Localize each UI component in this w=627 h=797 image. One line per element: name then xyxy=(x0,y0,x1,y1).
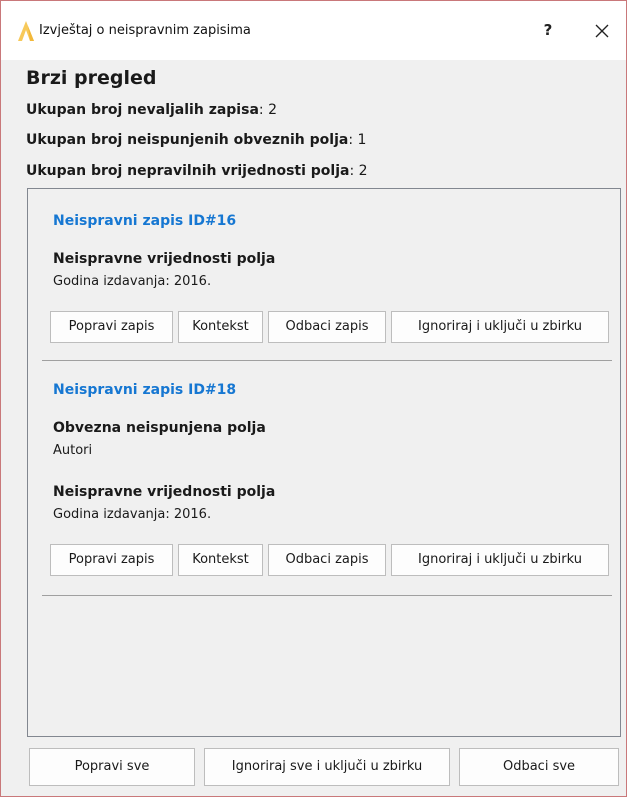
window-title: Izvještaj o neispravnim zapisima xyxy=(39,23,251,38)
stat-invalid-field-values: Ukupan broj nepravilnih vrijednosti polj… xyxy=(26,163,368,179)
overview-title: Brzi pregled xyxy=(26,67,157,89)
record-title: Neispravni zapis ID#18 xyxy=(53,382,237,398)
stat-separator: : xyxy=(348,132,358,148)
discard-record-button[interactable]: Odbaci zapis xyxy=(268,544,386,576)
app-logo-icon xyxy=(16,19,36,43)
fix-record-button[interactable]: Popravi zapis xyxy=(50,311,173,343)
stat-invalid-records: Ukupan broj nevaljalih zapisa: 2 xyxy=(26,102,277,118)
context-button[interactable]: Kontekst xyxy=(178,311,263,343)
help-button[interactable]: ? xyxy=(528,13,568,47)
record-separator xyxy=(42,595,612,596)
close-button[interactable] xyxy=(579,13,625,47)
section-value: Godina izdavanja: 2016. xyxy=(53,274,212,289)
section-heading: Obvezna neispunjena polja xyxy=(53,420,266,436)
fix-record-button[interactable]: Popravi zapis xyxy=(50,544,173,576)
context-button[interactable]: Kontekst xyxy=(178,544,263,576)
close-icon xyxy=(595,23,609,38)
ignore-all-and-include-button[interactable]: Ignoriraj sve i uključi u zbirku xyxy=(204,748,450,786)
stat-label: Ukupan broj neispunjenih obveznih polja xyxy=(26,132,349,148)
section-value: Godina izdavanja: 2016. xyxy=(53,507,212,522)
stat-separator: : xyxy=(258,102,269,118)
record-item: Neispravni zapis ID#18 Obvezna neispunje… xyxy=(28,362,620,597)
section-heading: Neispravne vrijednosti polja xyxy=(53,484,276,500)
ignore-and-include-button[interactable]: Ignoriraj i uključi u zbirku xyxy=(391,544,609,576)
title-bar: Izvještaj o neispravnim zapisima ? xyxy=(1,1,626,60)
fix-all-button[interactable]: Popravi sve xyxy=(29,748,195,786)
record-separator xyxy=(42,360,612,361)
discard-all-button[interactable]: Odbaci sve xyxy=(459,748,619,786)
section-heading: Neispravne vrijednosti polja xyxy=(53,251,276,267)
stat-label: Ukupan broj nevaljalih zapisa xyxy=(26,102,259,118)
discard-record-button[interactable]: Odbaci zapis xyxy=(268,311,386,343)
record-title: Neispravni zapis ID#16 xyxy=(53,213,237,229)
report-dialog: Izvještaj o neispravnim zapisima ? Brzi … xyxy=(0,0,627,797)
records-list-panel[interactable]: Neispravni zapis ID#16 Neispravne vrijed… xyxy=(27,188,621,737)
stat-value: 2 xyxy=(358,163,368,179)
stat-separator: : xyxy=(349,163,359,179)
stat-label: Ukupan broj nepravilnih vrijednosti polj… xyxy=(26,163,350,179)
stat-value: 1 xyxy=(357,132,367,148)
stat-value: 2 xyxy=(268,102,277,118)
record-item: Neispravni zapis ID#16 Neispravne vrijed… xyxy=(28,189,620,361)
ignore-and-include-button[interactable]: Ignoriraj i uključi u zbirku xyxy=(391,311,609,343)
section-value: Autori xyxy=(53,443,93,458)
stat-missing-required-fields: Ukupan broj neispunjenih obveznih polja:… xyxy=(26,132,366,148)
